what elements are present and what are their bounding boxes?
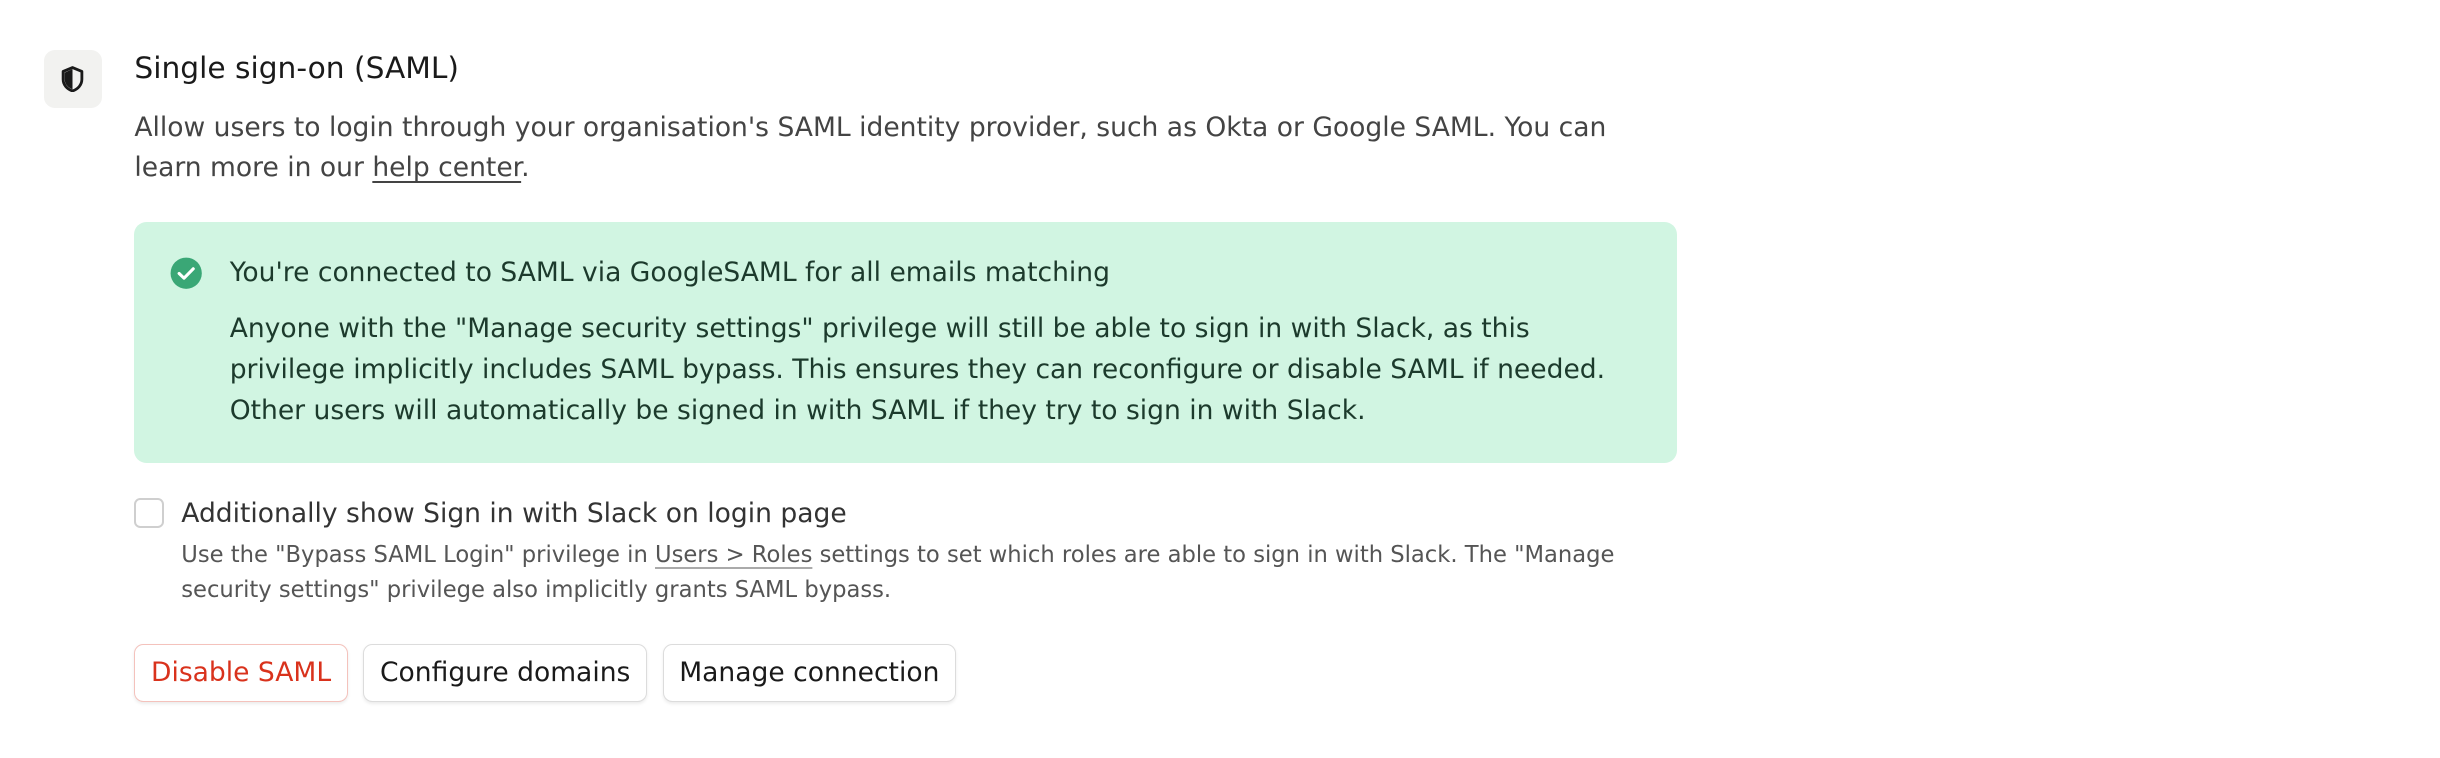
disable-saml-button[interactable]: Disable SAML xyxy=(134,643,348,702)
saml-content: Single sign-on (SAML) Allow users to log… xyxy=(134,47,1677,702)
checkbox-label[interactable]: Additionally show Sign in with Slack on … xyxy=(181,495,1676,533)
saml-connected-callout: You're connected to SAML via GoogleSAML … xyxy=(134,221,1677,463)
slack-login-checkbox[interactable] xyxy=(134,498,165,529)
section-title: Single sign-on (SAML) xyxy=(134,50,459,86)
half-shield-icon xyxy=(43,50,102,108)
section-description: Allow users to login through your organi… xyxy=(134,108,1676,189)
description-end: . xyxy=(521,152,530,184)
users-roles-link[interactable]: Users > Roles xyxy=(655,542,812,568)
callout-text: You're connected to SAML via GoogleSAML … xyxy=(230,253,1643,431)
help-center-link[interactable]: help center xyxy=(372,152,521,183)
slack-login-option: Additionally show Sign in with Slack on … xyxy=(134,495,1676,609)
manage-connection-button[interactable]: Manage connection xyxy=(662,643,957,702)
configure-domains-button[interactable]: Configure domains xyxy=(363,643,647,702)
callout-body: Anyone with the "Manage security setting… xyxy=(229,313,1606,426)
checkbox-help-text: Use the "Bypass SAML Login" privilege in… xyxy=(181,538,1676,610)
check-circle-icon xyxy=(169,256,203,290)
help-text-before: Use the "Bypass SAML Login" privilege in xyxy=(181,541,656,568)
saml-section: Single sign-on (SAML) Allow users to log… xyxy=(43,47,1677,702)
action-buttons: Disable SAML Configure domains Manage co… xyxy=(134,643,1676,702)
description-text: Allow users to login through your organi… xyxy=(134,111,1607,184)
callout-title: You're connected to SAML via GoogleSAML … xyxy=(229,257,1110,289)
checkbox-text: Additionally show Sign in with Slack on … xyxy=(181,495,1676,609)
